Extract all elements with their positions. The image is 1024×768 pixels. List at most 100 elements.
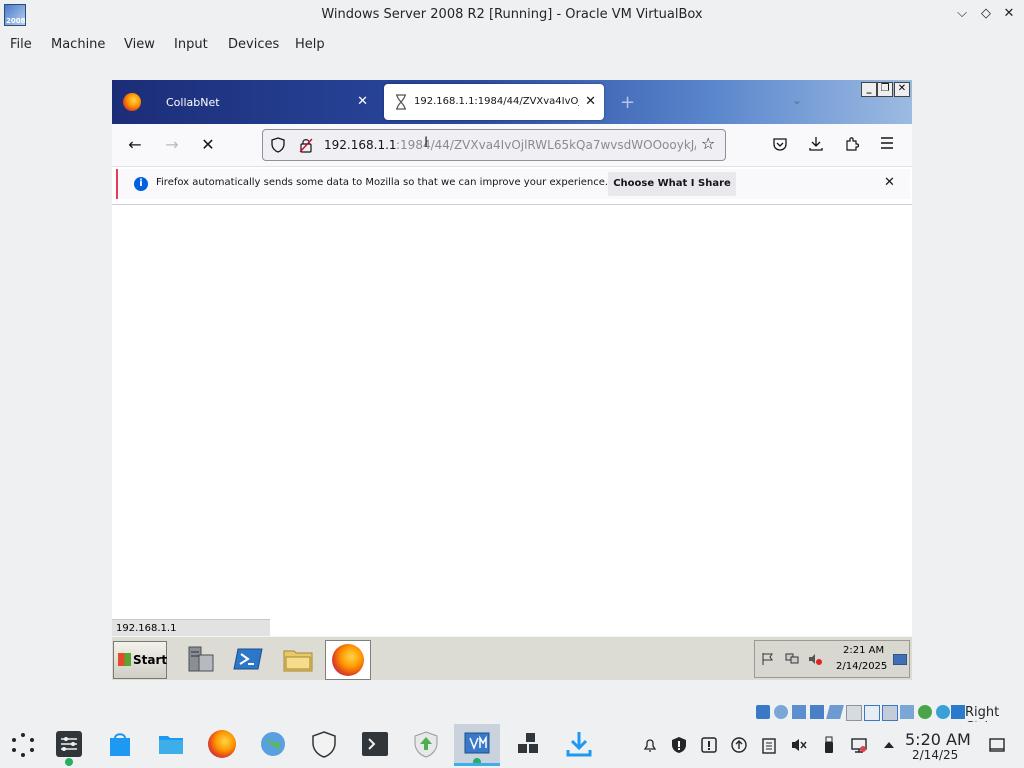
clipboard-icon[interactable] bbox=[760, 736, 778, 754]
menu-input[interactable]: Input bbox=[174, 37, 208, 52]
task-security[interactable] bbox=[301, 724, 347, 766]
vm-window-icon bbox=[464, 732, 490, 754]
tab-close-icon[interactable]: ✕ bbox=[585, 94, 596, 109]
update-shield-icon bbox=[414, 731, 438, 758]
shared-folders-icon[interactable] bbox=[846, 705, 862, 721]
network-wired-icon[interactable] bbox=[850, 736, 868, 754]
url-path: :1984/44/ZVXva4IvOjlRWL65kQa7wvsdWOOooyk… bbox=[396, 138, 696, 152]
forward-button[interactable]: → bbox=[161, 134, 183, 156]
minimize-button[interactable]: ⌵ bbox=[954, 6, 970, 22]
guest-restore-button[interactable]: ❐ bbox=[877, 82, 893, 97]
alert-icon[interactable] bbox=[700, 736, 718, 754]
server-manager-icon[interactable] bbox=[184, 643, 216, 675]
host-clock-date[interactable]: 2/14/25 bbox=[912, 748, 958, 762]
close-button[interactable]: ✕ bbox=[1001, 6, 1017, 22]
network-icon[interactable] bbox=[785, 653, 799, 665]
guest-minimize-button[interactable]: _ bbox=[861, 82, 877, 97]
maximize-button[interactable]: ◇ bbox=[978, 6, 994, 22]
menu-machine[interactable]: Machine bbox=[51, 37, 105, 52]
tab-collabnet[interactable]: CollabNet ✕ bbox=[156, 84, 376, 120]
task-badge-icon bbox=[65, 758, 73, 766]
show-desktop-icon[interactable] bbox=[893, 654, 907, 665]
cpu-icon[interactable] bbox=[900, 705, 914, 719]
vm-display[interactable]: CollabNet ✕ 192.168.1.1:1984/44/ZVXva4Iv… bbox=[112, 80, 912, 680]
new-tab-button[interactable]: + bbox=[620, 92, 635, 113]
download-icon[interactable] bbox=[808, 136, 824, 152]
folder-icon bbox=[159, 736, 183, 754]
firefox-icon bbox=[332, 644, 364, 676]
menu-view[interactable]: View bbox=[124, 37, 155, 52]
host-key-icon[interactable] bbox=[951, 705, 965, 719]
firefox-icon bbox=[208, 730, 236, 758]
keyboard-capture-icon[interactable] bbox=[936, 705, 950, 719]
show-desktop-icon[interactable] bbox=[988, 736, 1006, 754]
task-downloader[interactable] bbox=[556, 724, 602, 766]
choose-what-i-share-button[interactable]: Choose What I Share bbox=[608, 172, 736, 196]
url-bar[interactable]: 192.168.1.1 :1984/44/ZVXva4IvOjlRWL65kQa… bbox=[262, 129, 726, 161]
task-file-manager[interactable] bbox=[148, 724, 194, 766]
task-network[interactable] bbox=[250, 724, 296, 766]
task-firefox[interactable] bbox=[199, 724, 245, 766]
guest-clock-time[interactable]: 2:21 AM bbox=[843, 645, 884, 656]
page-content-area[interactable] bbox=[112, 205, 912, 619]
guest-clock-date[interactable]: 2/14/2025 bbox=[836, 661, 887, 672]
usb-device-icon[interactable] bbox=[820, 736, 838, 754]
task-system-settings[interactable] bbox=[46, 724, 92, 766]
host-clock-time[interactable]: 5:20 AM bbox=[905, 730, 971, 749]
usb-icon[interactable] bbox=[826, 705, 844, 719]
host-titlebar: 2008 Windows Server 2008 R2 [Running] - … bbox=[0, 0, 1024, 30]
task-terminal[interactable] bbox=[352, 724, 398, 766]
firefox-tabstrip: CollabNet ✕ 192.168.1.1:1984/44/ZVXva4Iv… bbox=[112, 80, 912, 124]
updates-icon[interactable] bbox=[730, 736, 748, 754]
volume-muted-icon[interactable] bbox=[808, 653, 822, 665]
shield-icon bbox=[312, 731, 336, 758]
hard-disk-icon[interactable] bbox=[756, 705, 770, 719]
display-icon[interactable] bbox=[864, 705, 880, 721]
menu-help[interactable]: Help bbox=[295, 37, 325, 52]
task-discover[interactable] bbox=[97, 724, 143, 766]
start-button[interactable]: Start bbox=[113, 641, 167, 679]
task-virtualbox[interactable] bbox=[454, 724, 500, 766]
application-launcher-icon[interactable] bbox=[10, 732, 36, 758]
security-shield-icon[interactable] bbox=[670, 736, 688, 754]
firefox-navbar: ← → ✕ 192.168.1.1 :1984/44/ZVXva4IvOjlRW… bbox=[112, 124, 912, 167]
extensions-icon[interactable] bbox=[844, 136, 860, 152]
windows-explorer-icon[interactable] bbox=[282, 643, 314, 675]
status-panel: 192.168.1.1 bbox=[112, 619, 270, 637]
menu-icon[interactable] bbox=[880, 137, 894, 149]
guest-system-tray: 2:21 AM 2/14/2025 bbox=[754, 640, 910, 678]
tracking-shield-icon[interactable] bbox=[271, 137, 285, 153]
notification-close-icon[interactable]: ✕ bbox=[884, 175, 895, 190]
tab-close-icon[interactable]: ✕ bbox=[357, 94, 368, 109]
action-center-flag-icon[interactable] bbox=[761, 653, 775, 665]
pocket-icon[interactable] bbox=[772, 137, 788, 152]
optical-drive-icon[interactable] bbox=[774, 705, 788, 719]
windows-logo-icon bbox=[118, 653, 131, 666]
host-window-title: Windows Server 2008 R2 [Running] - Oracl… bbox=[321, 7, 703, 22]
info-icon: i bbox=[134, 177, 148, 191]
status-text: 192.168.1.1 bbox=[116, 623, 177, 634]
menu-devices[interactable]: Devices bbox=[228, 37, 279, 52]
list-all-tabs-button[interactable]: ⌄ bbox=[792, 93, 802, 107]
audio-icon[interactable] bbox=[792, 705, 806, 719]
powershell-icon[interactable] bbox=[232, 643, 264, 675]
tab-active[interactable]: 192.168.1.1:1984/44/ZVXva4IvOjlR ✕ bbox=[384, 84, 604, 120]
stop-button[interactable]: ✕ bbox=[197, 134, 219, 156]
notifications-bell-icon[interactable] bbox=[641, 736, 659, 754]
video-capture-icon[interactable] bbox=[882, 705, 898, 721]
firefox-taskbar-button[interactable] bbox=[325, 640, 371, 680]
network-adapter-icon[interactable] bbox=[810, 705, 824, 719]
bookmark-star-icon[interactable]: ☆ bbox=[701, 134, 715, 153]
insecure-lock-icon[interactable] bbox=[299, 137, 313, 153]
tab-label: CollabNet bbox=[166, 96, 220, 109]
download-icon bbox=[566, 732, 592, 757]
start-label: Start bbox=[133, 653, 168, 667]
volume-muted-icon[interactable] bbox=[790, 736, 808, 754]
guest-close-button[interactable]: ✕ bbox=[894, 82, 910, 97]
mouse-integration-icon[interactable] bbox=[918, 705, 932, 719]
back-button[interactable]: ← bbox=[124, 134, 146, 156]
tray-expand-icon[interactable] bbox=[880, 736, 898, 754]
task-overview[interactable] bbox=[505, 724, 551, 766]
menu-file[interactable]: File bbox=[10, 37, 32, 52]
task-updater[interactable] bbox=[403, 724, 449, 766]
